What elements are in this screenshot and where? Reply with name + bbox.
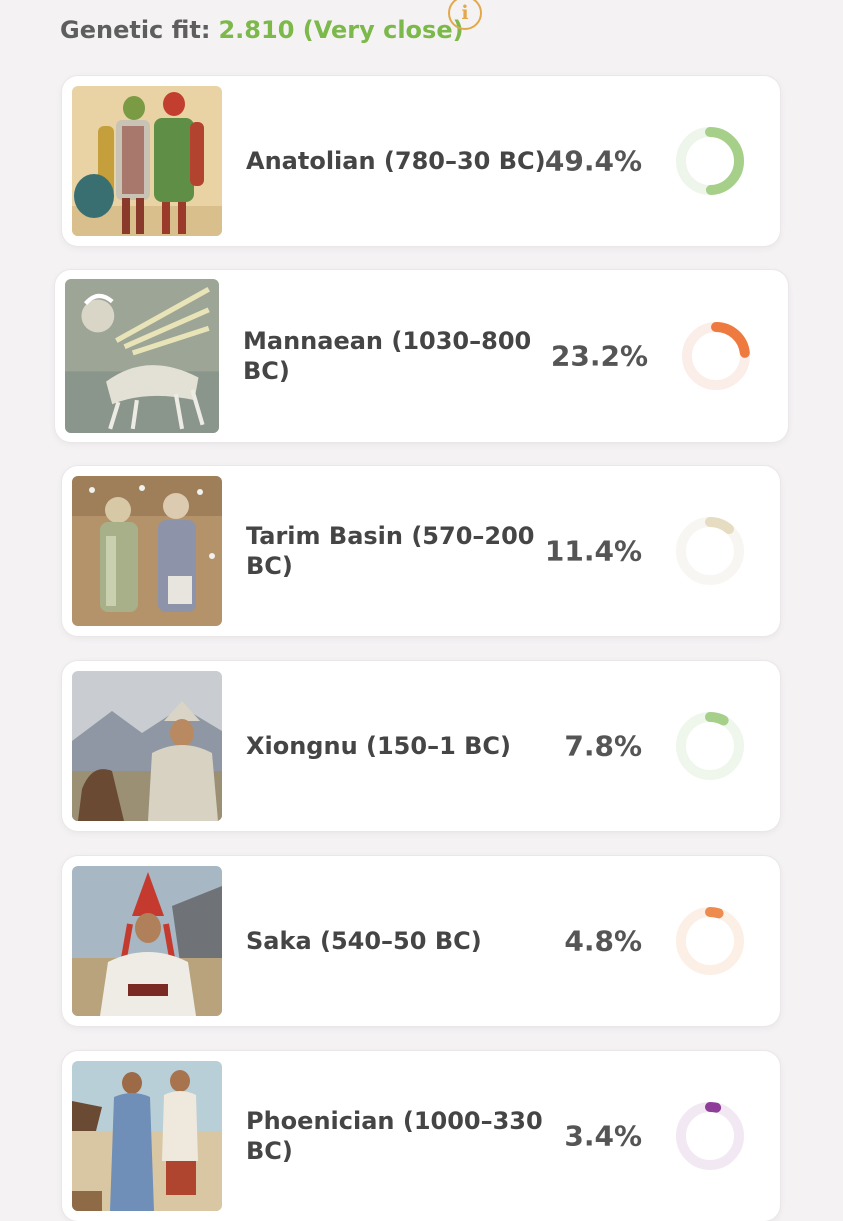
population-name: Tarim Basin (570–200 BC): [246, 522, 535, 580]
mannaean-image: [65, 279, 219, 433]
genetic-fit-label: Genetic fit:: [60, 16, 211, 44]
share-donut: [682, 322, 750, 390]
share-donut: [676, 127, 744, 195]
share-donut: [676, 517, 744, 585]
population-card-anatolian[interactable]: Anatolian (780–30 BC) 49.4%: [62, 76, 780, 246]
population-percent: 7.8%: [564, 729, 642, 763]
population-card-phoenician[interactable]: Phoenician (1000–330 BC) 3.4%: [62, 1051, 780, 1221]
population-percent: 3.4%: [564, 1119, 642, 1153]
population-name: Anatolian (780–30 BC): [246, 147, 546, 175]
genetic-fit-header: Genetic fit: 2.810 (Very close): [60, 12, 464, 48]
xiongnu-image: [72, 671, 222, 821]
donut-track: [676, 1102, 744, 1170]
tarim-basin-image: [72, 476, 222, 626]
population-card-mannaean[interactable]: Mannaean (1030–800 BC) 23.2%: [55, 270, 788, 442]
donut-track: [676, 907, 744, 975]
population-percent: 4.8%: [564, 924, 642, 958]
population-card-saka[interactable]: Saka (540–50 BC) 4.8%: [62, 856, 780, 1026]
donut-track: [676, 712, 744, 780]
population-name: Phoenician (1000–330 BC): [246, 1107, 543, 1165]
anatolian-image: [72, 86, 222, 236]
population-percent: 49.4%: [544, 144, 642, 178]
population-name: Mannaean (1030–800 BC): [243, 327, 532, 385]
population-percent: 23.2%: [550, 339, 648, 373]
genetic-fit-value: 2.810 (Very close): [218, 16, 464, 44]
population-name: Xiongnu (150–1 BC): [246, 732, 512, 760]
saka-image: [72, 866, 222, 1016]
population-card-xiongnu[interactable]: Xiongnu (150–1 BC) 7.8%: [62, 661, 780, 831]
population-card-tarim-basin[interactable]: Tarim Basin (570–200 BC) 11.4%: [62, 466, 780, 636]
share-donut: [676, 907, 744, 975]
share-donut: [676, 1102, 744, 1170]
population-name: Saka (540–50 BC): [246, 927, 482, 955]
population-percent: 11.4%: [544, 534, 642, 568]
share-donut: [676, 712, 744, 780]
info-icon[interactable]: i: [448, 0, 482, 30]
phoenician-image: [72, 1061, 222, 1211]
